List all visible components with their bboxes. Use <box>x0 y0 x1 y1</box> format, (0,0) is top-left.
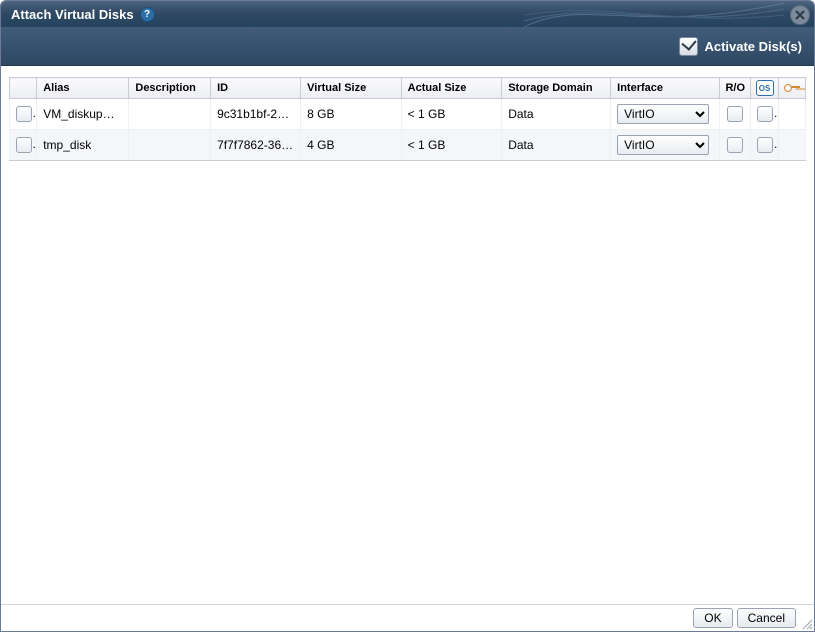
cell-description <box>129 130 211 161</box>
col-virtual-size[interactable]: Virtual Size <box>301 78 402 99</box>
os-checkbox[interactable] <box>757 137 773 153</box>
cell-alias: VM_diskup… <box>37 99 129 130</box>
cell-actual-size: < 1 GB <box>401 130 502 161</box>
row-select-checkbox[interactable] <box>16 137 32 153</box>
interface-select[interactable]: VirtIOIDEVirtIO-SCSI <box>617 104 709 124</box>
cell-alias: tmp_disk <box>37 130 129 161</box>
col-actual-size[interactable]: Actual Size <box>401 78 502 99</box>
cancel-button[interactable]: Cancel <box>737 608 796 628</box>
ro-checkbox[interactable] <box>727 106 743 122</box>
cell-bootable <box>778 130 805 161</box>
close-button[interactable] <box>790 5 810 25</box>
row-select-checkbox[interactable] <box>16 106 32 122</box>
content-area: Alias Description ID Virtual Size Actual… <box>9 77 806 601</box>
help-icon[interactable]: ? <box>140 7 155 22</box>
cell-actual-size: < 1 GB <box>401 99 502 130</box>
title-decoration <box>524 1 784 27</box>
table-header: Alias Description ID Virtual Size Actual… <box>10 78 806 99</box>
col-id[interactable]: ID <box>211 78 301 99</box>
cell-bootable <box>778 99 805 130</box>
col-ro[interactable]: R/O <box>720 78 751 99</box>
cell-storage-domain: Data <box>502 99 611 130</box>
col-alias[interactable]: Alias <box>37 78 129 99</box>
table-row[interactable]: tmp_disk 7f7f7862-36…4 GB< 1 GBData VirtIO… <box>10 130 806 161</box>
activate-disks-label: Activate Disk(s) <box>704 39 802 54</box>
cell-description <box>129 99 211 130</box>
disks-table: Alias Description ID Virtual Size Actual… <box>9 77 806 161</box>
os-icon: OS <box>756 80 774 96</box>
cell-id: 7f7f7862-36… <box>211 130 301 161</box>
interface-select[interactable]: VirtIOIDEVirtIO-SCSI <box>617 135 709 155</box>
cell-id: 9c31b1bf-2… <box>211 99 301 130</box>
table-row[interactable]: VM_diskup… 9c31b1bf-2…8 GB< 1 GBData VirtI… <box>10 99 806 130</box>
col-description[interactable]: Description <box>129 78 211 99</box>
toolbar: Activate Disk(s) <box>1 27 814 66</box>
dialog-window: Attach Virtual Disks ? Activate Disk(s) <box>0 0 815 632</box>
dialog-title: Attach Virtual Disks <box>11 7 134 22</box>
close-icon <box>795 10 805 20</box>
os-checkbox[interactable] <box>757 106 773 122</box>
key-icon <box>784 83 800 91</box>
ok-button[interactable]: OK <box>693 608 732 628</box>
col-select[interactable] <box>10 78 37 99</box>
cell-storage-domain: Data <box>502 130 611 161</box>
col-storage-domain[interactable]: Storage Domain <box>502 78 611 99</box>
title-bar: Attach Virtual Disks ? <box>1 1 814 27</box>
col-os[interactable]: OS <box>751 78 778 99</box>
cell-virtual-size: 4 GB <box>301 130 402 161</box>
cell-virtual-size: 8 GB <box>301 99 402 130</box>
col-interface[interactable]: Interface <box>611 78 720 99</box>
col-bootable[interactable] <box>778 78 805 99</box>
activate-disks-checkbox[interactable] <box>679 37 698 56</box>
footer: OK Cancel <box>1 604 814 631</box>
ro-checkbox[interactable] <box>727 137 743 153</box>
